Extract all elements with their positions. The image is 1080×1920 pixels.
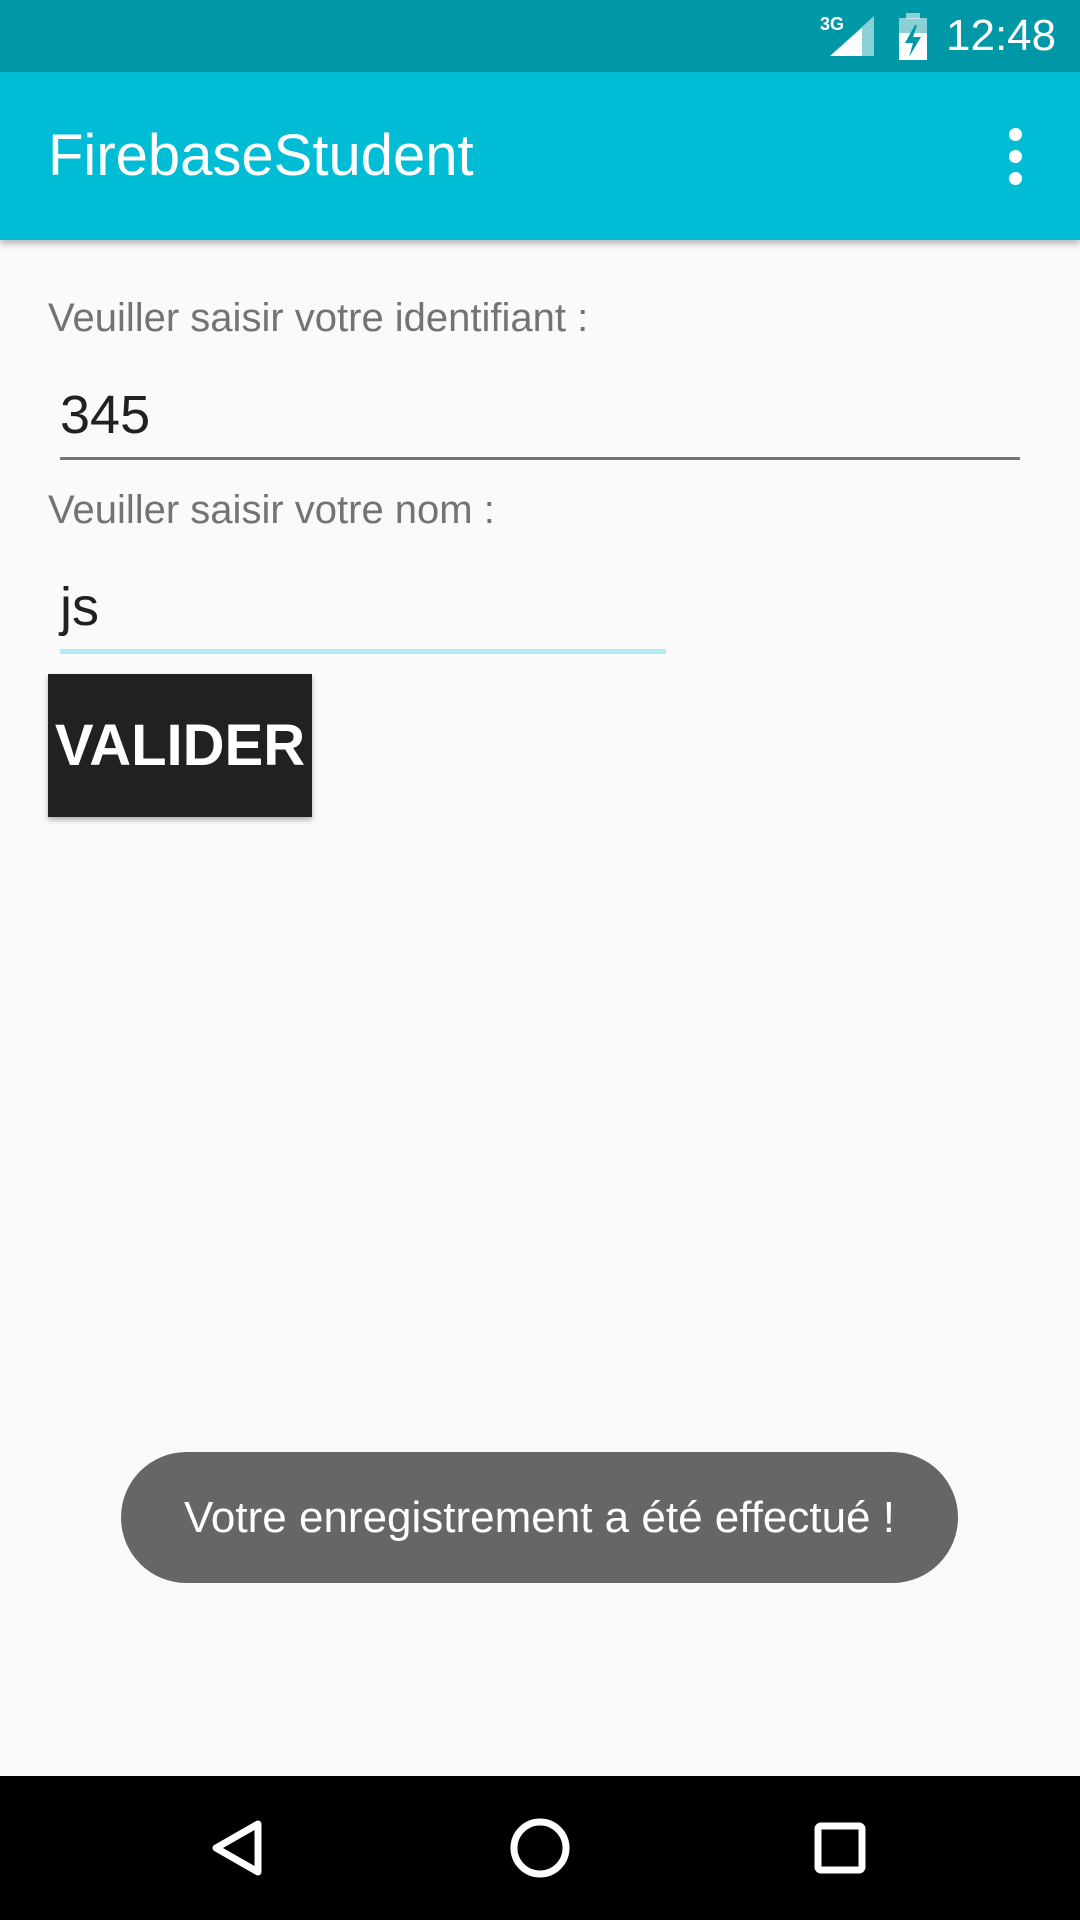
identifiant-value: 345	[60, 385, 151, 445]
signal-3g-icon: 3G	[820, 14, 874, 56]
nom-underline	[60, 649, 666, 654]
app-bar: FirebaseStudent	[0, 72, 1080, 240]
nom-label: Veuiller saisir votre nom :	[48, 488, 495, 532]
back-icon[interactable]	[168, 1776, 312, 1920]
status-clock: 12:48	[946, 11, 1057, 60]
home-icon[interactable]	[468, 1776, 612, 1920]
app-title: FirebaseStudent	[48, 123, 474, 188]
identifiant-underline	[60, 457, 1020, 460]
recents-icon[interactable]	[768, 1776, 912, 1920]
navigation-bar	[0, 1776, 1080, 1920]
status-bar: 3G 12:48	[0, 0, 1080, 72]
valider-button[interactable]: VALIDER	[48, 674, 312, 817]
toast-message: Votre enregistrement a été effectué !	[121, 1452, 958, 1583]
more-vert-icon[interactable]	[990, 124, 1038, 188]
nom-field[interactable]: js	[60, 572, 666, 654]
battery-charging-icon	[899, 13, 927, 60]
identifiant-label: Veuiller saisir votre identifiant :	[48, 296, 589, 340]
svg-text:3G: 3G	[820, 14, 844, 34]
nom-value: js	[60, 577, 99, 637]
identifiant-field[interactable]: 345	[60, 380, 1020, 460]
